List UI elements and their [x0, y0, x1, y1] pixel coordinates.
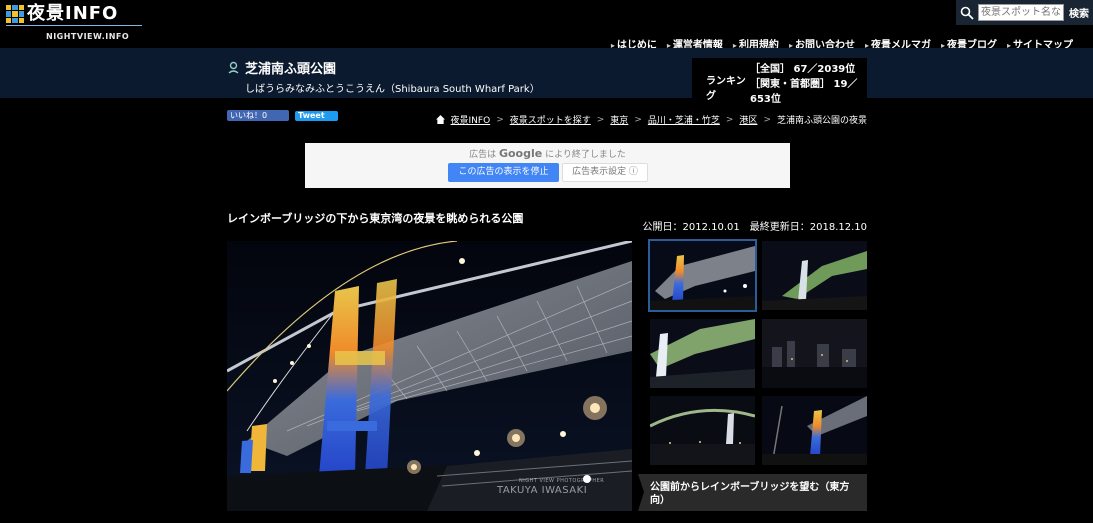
site-header: 夜景INFO NIGHTVIEW.INFO 検索 はじめに 運営者情報 利用規約…: [0, 0, 1093, 51]
search-button[interactable]: 検索: [1069, 5, 1089, 20]
thumbnail-1[interactable]: [648, 239, 757, 312]
title-bar: [0, 48, 1093, 98]
publish-dates: 公開日：2012.10.01 最終更新日：2018.12.10: [642, 222, 867, 233]
breadcrumb-tokyo[interactable]: 東京: [610, 113, 628, 126]
ad-settings-button[interactable]: 広告表示設定 ⓘ: [562, 163, 648, 182]
ad-text-prefix: 広告は: [469, 150, 497, 160]
thumbnail-2-image: [762, 241, 867, 310]
bridge-night-photo: [227, 241, 632, 511]
breadcrumb-separator: >: [596, 114, 605, 125]
search-icon: [956, 0, 978, 25]
ranking-box: ランキング ［全国］ 67／2039位 ［関東・首都圏］ 19／653位: [692, 58, 867, 116]
breadcrumb: 夜景INFO > 夜景スポットを探す > 東京 > 品川・芝浦・竹芝 > 港区 …: [435, 113, 867, 126]
site-logo[interactable]: 夜景INFO NIGHTVIEW.INFO: [6, 4, 142, 44]
breadcrumb-home[interactable]: 夜景INFO: [451, 113, 491, 126]
facebook-like-button[interactable]: いいね！0: [227, 110, 289, 121]
like-label: いいね！0: [230, 111, 268, 120]
search-bar: 検索: [956, 0, 1093, 25]
thumbnail-1-image: [650, 241, 755, 310]
ranking-national: ［全国］ 67／2039位: [750, 64, 856, 75]
page-reading: しばうらみなみふとうこうえん（Shibaura South Wharf Park…: [245, 84, 540, 95]
breadcrumb-area[interactable]: 品川・芝浦・竹芝: [648, 113, 720, 126]
ranking-label: ランキング: [706, 76, 746, 102]
thumbnail-4[interactable]: [762, 319, 867, 388]
home-icon: [435, 115, 445, 124]
logo-subtitle: NIGHTVIEW.INFO: [46, 32, 130, 41]
thumbnail-6-image: [762, 396, 867, 465]
breadcrumb-separator: >: [763, 114, 771, 125]
caption-arrow-icon: [638, 474, 644, 511]
thumbnail-6[interactable]: [762, 396, 867, 465]
breadcrumb-search[interactable]: 夜景スポットを探す: [510, 113, 591, 126]
watermark-subtitle: NIGHT VIEW PHOTOGRAPHER: [519, 478, 605, 484]
ad-text-suffix: により終了しました: [545, 150, 626, 160]
logo-text: 夜景INFO: [27, 3, 119, 24]
breadcrumb-separator: >: [634, 114, 642, 125]
breadcrumb-current: 芝浦南ふ頭公園の夜景: [776, 116, 867, 126]
photo-caption: 公園前からレインボーブリッジを望む（東方向）: [638, 474, 867, 511]
main-photo[interactable]: [227, 241, 632, 511]
thumbnail-5[interactable]: [650, 396, 755, 465]
thumbnail-5-image: [650, 396, 755, 465]
tweet-button[interactable]: Tweet: [295, 111, 338, 121]
ad-closed-notice: 広告は Google により終了しました この広告の表示を停止 広告表示設定 ⓘ: [305, 143, 790, 188]
place-pin-icon: [228, 61, 239, 74]
breadcrumb-separator: >: [496, 114, 504, 125]
google-logo: Google: [498, 147, 543, 160]
ad-stop-button[interactable]: この広告の表示を停止: [448, 163, 559, 182]
thumbnail-2[interactable]: [762, 241, 867, 310]
logo-grid-icon: [6, 5, 24, 23]
thumbnail-4-image: [762, 319, 867, 388]
tweet-label: Tweet: [298, 111, 325, 120]
watermark-name: TAKUYA IWASAKI: [497, 485, 588, 496]
photographer-watermark: NIGHT VIEW PHOTOGRAPHER TAKUYA IWASAKI: [497, 478, 604, 496]
breadcrumb-ward[interactable]: 港区: [739, 113, 757, 126]
thumbnail-3-image: [650, 319, 755, 388]
ranking-regional: ［関東・首都圏］ 19／653位: [750, 79, 858, 105]
search-input[interactable]: [978, 4, 1064, 21]
ad-text: 広告は Google により終了しました: [305, 147, 790, 160]
page-title: 芝浦南ふ頭公園: [245, 62, 337, 77]
article-title: レインボーブリッジの下から東京湾の夜景を眺められる公園: [227, 212, 524, 225]
thumbnail-3[interactable]: [650, 319, 755, 388]
breadcrumb-separator: >: [725, 114, 734, 125]
